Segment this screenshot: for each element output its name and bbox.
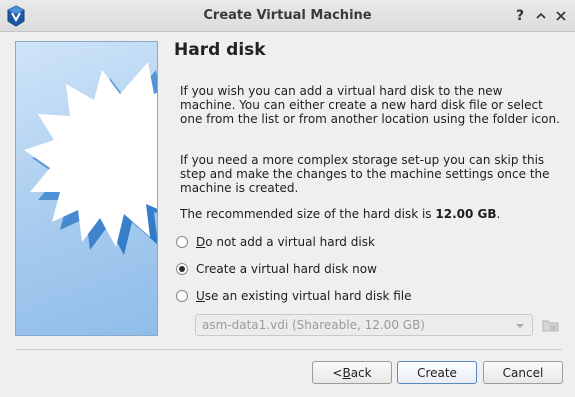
recommended-size-text: The recommended size of the hard disk is… [180, 207, 560, 221]
star-burst-illustration [24, 62, 157, 255]
radio-label: Create a virtual hard disk now [196, 262, 377, 276]
close-icon[interactable] [551, 6, 571, 26]
radio-no-disk[interactable]: Do not add a virtual hard disk [176, 234, 375, 250]
back-button[interactable]: < Back [312, 361, 392, 384]
help-icon[interactable]: ? [510, 6, 530, 26]
recommended-prefix: The recommended size of the hard disk is [180, 207, 436, 221]
radio-create-disk[interactable]: Create a virtual hard disk now [176, 261, 377, 277]
existing-disk-select[interactable]: asm-data1.vdi (Shareable, 12.00 GB) [195, 314, 533, 336]
chevron-down-icon [516, 324, 524, 328]
choose-disk-folder-button[interactable] [541, 315, 561, 335]
window-title: Create Virtual Machine [203, 8, 372, 23]
recommended-suffix: . [496, 207, 501, 221]
storage-paragraph: If you need a more complex storage set-u… [180, 153, 550, 195]
folder-icon [542, 320, 559, 332]
radio-label: Use an existing virtual hard disk file [196, 289, 412, 303]
radio-indicator[interactable] [176, 290, 188, 302]
button-divider [15, 349, 562, 350]
wizard-side-image [15, 41, 158, 336]
radio-indicator-checked[interactable] [176, 263, 188, 275]
page-title: Hard disk [174, 40, 266, 60]
intro-paragraph: If you wish you can add a virtual hard d… [180, 84, 560, 126]
radio-indicator[interactable] [176, 236, 188, 248]
disk-select-value: asm-data1.vdi (Shareable, 12.00 GB) [202, 318, 425, 332]
radio-existing-disk[interactable]: Use an existing virtual hard disk file [176, 288, 412, 304]
radio-label: Do not add a virtual hard disk [196, 235, 375, 249]
create-button[interactable]: Create [397, 361, 477, 384]
collapse-icon[interactable] [531, 6, 551, 26]
cancel-button[interactable]: Cancel [483, 361, 563, 384]
recommended-size-value: 12.00 GB [435, 207, 497, 221]
title-bar: Create Virtual Machine ? [0, 0, 575, 32]
